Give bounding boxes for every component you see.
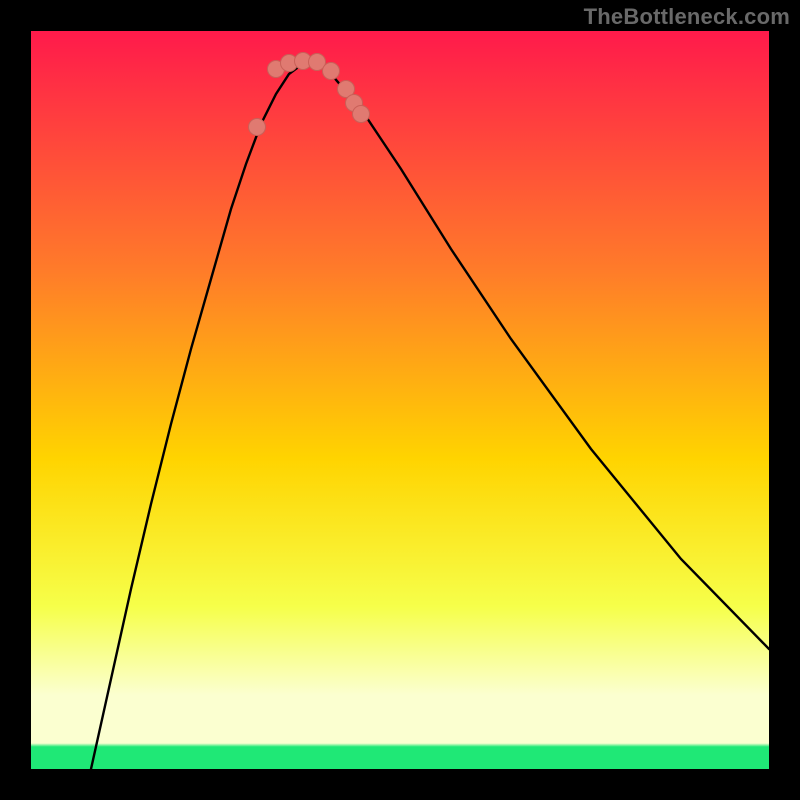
bottleneck-curve: [91, 63, 769, 769]
curve-markers: [249, 53, 370, 136]
curve-marker: [353, 106, 370, 123]
curve-marker: [249, 119, 266, 136]
curve-marker: [323, 63, 340, 80]
curve-layer: [31, 31, 769, 769]
watermark-text: TheBottleneck.com: [584, 4, 790, 30]
chart-stage: TheBottleneck.com: [0, 0, 800, 800]
plot-area: [31, 31, 769, 769]
